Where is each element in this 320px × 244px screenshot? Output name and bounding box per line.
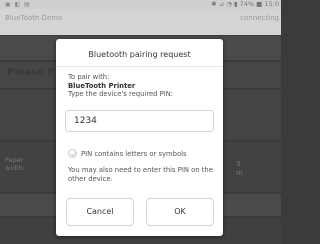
right-label-line: 3	[236, 160, 241, 168]
paper-label-line: Paper	[5, 156, 24, 164]
notification-icons: ▣ ◧ ▤	[5, 1, 31, 8]
checkbox-icon[interactable]	[68, 149, 77, 158]
dialog-note: You may also need to enter this PIN on t…	[68, 166, 213, 183]
checkbox-label: PIN contains letters or symbols	[81, 150, 187, 158]
bluetooth-pairing-dialog: Bluetooth pairing request To pair with: …	[56, 39, 223, 236]
paper-label-line: width:	[5, 164, 26, 172]
ok-button[interactable]: OK	[146, 198, 214, 226]
system-status: ✱ ⊿ ◔ ▮ 74% ■ 15:0	[211, 0, 279, 8]
app-bar	[0, 9, 281, 35]
pin-input[interactable]: 1234	[65, 110, 214, 132]
pin-letters-checkbox[interactable]: PIN contains letters or symbols	[68, 149, 218, 159]
background-right-label: 3 m	[236, 160, 243, 178]
background-hint-text: Please P	[7, 67, 55, 78]
dialog-divider	[56, 66, 223, 67]
dialog-title: Bluetooth pairing request	[88, 50, 191, 59]
device-name: BlueTooth Printer	[68, 82, 136, 90]
paper-width-label: Paper width:	[5, 156, 25, 172]
pin-instruction: Type the device's required PIN:	[68, 90, 174, 98]
connection-status: connecting	[240, 14, 279, 22]
pair-intro-text: To pair with:	[68, 73, 110, 81]
app-title: BlueTooth Demo	[5, 14, 63, 22]
status-bar: ▣ ◧ ▤ ✱ ⊿ ◔ ▮ 74% ■ 15:0	[0, 0, 281, 9]
cancel-button[interactable]: Cancel	[66, 198, 134, 226]
right-label-line: m	[236, 169, 243, 177]
pin-value: 1234	[74, 116, 97, 126]
